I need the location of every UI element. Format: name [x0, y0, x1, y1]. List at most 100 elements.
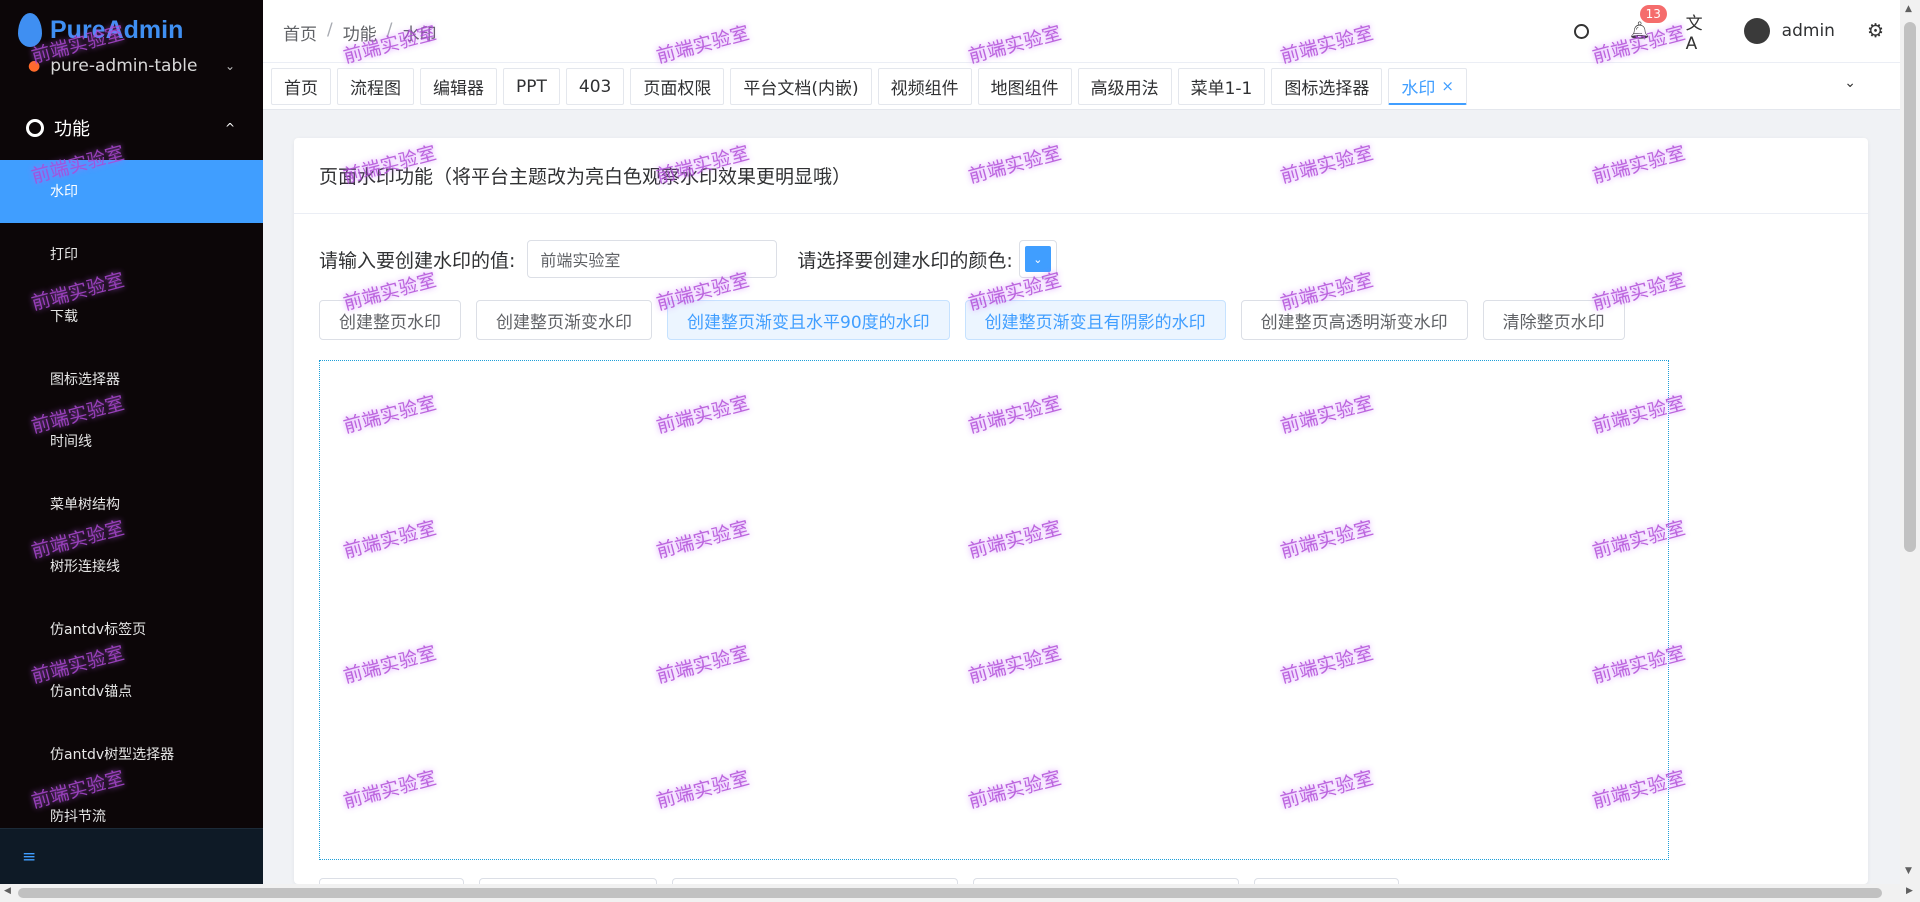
breadcrumb-home[interactable]: 首页 [283, 20, 317, 45]
sidebar-item-label: 防抖节流 [50, 809, 106, 826]
sidebar-group-label: 功能 [54, 119, 90, 140]
create-gradient-shadow-watermark-button[interactable]: 创建整页渐变且有阴影的水印 [964, 300, 1226, 340]
tab-label: 首页 [284, 79, 318, 99]
collapse-sidebar-icon[interactable]: ≡ [22, 847, 36, 867]
tab-ppt[interactable]: PPT [503, 68, 560, 105]
tab-docs-embedded[interactable]: 平台文档(内嵌) [730, 68, 872, 105]
sidebar-item-menu-tree[interactable]: 菜单树结构 [0, 473, 263, 536]
sidebar-item-label: 仿antdv锚点 [50, 684, 133, 701]
sidebar-item-label: 图标选择器 [50, 371, 120, 388]
sidebar-item-antdv-tabs[interactable]: 仿antdv标签页 [0, 598, 263, 661]
tab-403[interactable]: 403 [565, 68, 625, 105]
sidebar-submenu: 水印 打印 下载 图标选择器 时间线 菜单树结构 树形连接线 仿antdv标签页… [0, 160, 263, 848]
scroll-right-icon[interactable]: ▶ [1906, 886, 1913, 896]
horizontal-scrollbar[interactable]: ◀ ▶ [0, 884, 1920, 902]
create-watermark-button[interactable]: 创建整页水印 [319, 300, 461, 340]
gear-icon[interactable]: ⚙ [1867, 20, 1884, 42]
tab-label: PPT [516, 76, 547, 97]
watermark-text-input[interactable] [527, 240, 778, 278]
sidebar-item-label: 时间线 [50, 434, 92, 451]
scrollbar-thumb[interactable] [1904, 22, 1916, 552]
sidebar-item-label: pure-admin-table [50, 56, 198, 76]
sidebar-item-watermark[interactable]: 水印 [0, 160, 263, 223]
tab-label: 高级用法 [1090, 79, 1159, 99]
scroll-left-icon[interactable]: ◀ [4, 886, 11, 896]
watermark-preview-area [319, 360, 1669, 860]
tags-view: 首页 流程图 编辑器 PPT 403 页面权限 平台文档(内嵌) 视频组件 地图… [263, 62, 1900, 110]
sidebar-item-pure-admin-table[interactable]: ● pure-admin-table ⌄ [0, 48, 263, 84]
header-actions: 🔔︎ 13 文A admin ⚙ [1570, 0, 1900, 62]
sidebar-footer: ≡ [0, 828, 263, 884]
tab-label: 视频组件 [890, 79, 959, 99]
create-transparent-gradient-watermark-button[interactable]: 创建整页高透明渐变水印 [1240, 300, 1468, 340]
sidebar-item-label: 打印 [50, 246, 78, 263]
sidebar-item-label: 仿antdv标签页 [50, 621, 147, 638]
tab-icon-select[interactable]: 图标选择器 [1271, 68, 1383, 105]
scroll-up-icon[interactable]: ▲ [1905, 4, 1912, 14]
tab-list: 首页 流程图 编辑器 PPT 403 页面权限 平台文档(内嵌) 视频组件 地图… [271, 68, 1473, 105]
breadcrumb: 首页 / 功能 / 水印 [283, 20, 436, 45]
breadcrumb-current: 水印 [402, 25, 437, 45]
tab-label: 平台文档(内嵌) [743, 79, 859, 99]
color-label: 请选择要创建水印的颜色: [797, 249, 1013, 272]
color-picker[interactable]: ⌄ [1018, 240, 1057, 278]
tab-editor[interactable]: 编辑器 [420, 68, 497, 105]
translate-icon[interactable]: 文A [1686, 14, 1710, 54]
scrollbar-thumb[interactable] [18, 888, 1882, 898]
tab-map[interactable]: 地图组件 [977, 68, 1072, 105]
tab-label: 页面权限 [643, 79, 712, 99]
app-logo[interactable]: PureAdmin [18, 10, 183, 50]
clear-watermark-button[interactable]: 清除整页水印 [1482, 300, 1625, 340]
search-icon[interactable] [1570, 19, 1594, 43]
sidebar-item-label: 水印 [50, 184, 78, 201]
tab-flowchart[interactable]: 流程图 [337, 68, 414, 105]
tab-home[interactable]: 首页 [271, 68, 331, 105]
sidebar-item-print[interactable]: 打印 [0, 223, 263, 286]
tab-label: 流程图 [350, 79, 401, 99]
tab-label: 编辑器 [433, 79, 484, 99]
app-name: PureAdmin [50, 15, 184, 44]
sidebar-item-download[interactable]: 下载 [0, 285, 263, 348]
breadcrumb-separator: / [327, 20, 333, 40]
tab-watermark[interactable]: 水印 × [1388, 68, 1467, 105]
notification-badge: 13 [1639, 5, 1667, 23]
top-header: 首页 / 功能 / 水印 🔔︎ 13 文A admin ⚙ [263, 0, 1900, 62]
create-gradient-watermark-button[interactable]: 创建整页渐变水印 [476, 300, 652, 340]
sidebar-group-features[interactable]: 功能 ^ [0, 110, 263, 146]
username[interactable]: admin [1782, 21, 1835, 41]
chevron-down-icon[interactable]: ⌄ [1844, 75, 1856, 91]
sidebar-item-label: 树形连接线 [50, 559, 120, 576]
chevron-down-icon: ⌄ [224, 59, 235, 73]
breadcrumb-features[interactable]: 功能 [343, 20, 377, 45]
sidebar-item-label: 菜单树结构 [50, 496, 120, 513]
sidebar: PureAdmin ● pure-admin-table ⌄ 功能 ^ 水印 打… [0, 0, 263, 884]
tab-page-permission[interactable]: 页面权限 [630, 68, 725, 105]
fire-icon: ● [28, 58, 41, 74]
breadcrumb-separator: / [386, 20, 393, 40]
sidebar-item-antdv-tree-select[interactable]: 仿antdv树型选择器 [0, 723, 263, 786]
sidebar-item-tree-line[interactable]: 树形连接线 [0, 535, 263, 598]
bell-icon[interactable]: 🔔︎ 13 [1628, 5, 1667, 43]
card-title: 页面水印功能（将平台主题改为亮白色观察水印效果更明显哦） [294, 138, 1868, 214]
vertical-scrollbar[interactable]: ▲ ▼ [1900, 0, 1920, 884]
chevron-down-icon: ⌄ [1024, 246, 1051, 272]
chevron-up-icon: ^ [224, 121, 235, 135]
avatar[interactable] [1743, 18, 1770, 44]
close-icon[interactable]: × [1441, 77, 1454, 95]
watermark-card: 页面水印功能（将平台主题改为亮白色观察水印效果更明显哦） 请输入要创建水印的值:… [294, 138, 1868, 884]
tab-label: 图标选择器 [1284, 79, 1370, 99]
watermark-form: 请输入要创建水印的值: 请选择要创建水印的颜色: ⌄ [319, 240, 1057, 278]
tab-advanced[interactable]: 高级用法 [1077, 68, 1172, 105]
tab-menu-1-1[interactable]: 菜单1-1 [1177, 68, 1266, 105]
sidebar-item-timeline[interactable]: 时间线 [0, 410, 263, 473]
logo-icon [18, 13, 42, 47]
sidebar-item-antdv-anchor[interactable]: 仿antdv锚点 [0, 660, 263, 723]
tab-label: 地图组件 [990, 79, 1059, 99]
action-buttons: 创建整页水印 创建整页渐变水印 创建整页渐变且水平90度的水印 创建整页渐变且有… [319, 300, 1640, 340]
tab-video[interactable]: 视频组件 [877, 68, 972, 105]
sidebar-item-label: 下载 [50, 309, 78, 326]
tab-label: 水印 [1401, 78, 1436, 99]
sidebar-item-icon-select[interactable]: 图标选择器 [0, 348, 263, 411]
create-gradient-rotate90-watermark-button[interactable]: 创建整页渐变且水平90度的水印 [667, 300, 950, 340]
scroll-down-icon[interactable]: ▼ [1905, 866, 1912, 876]
